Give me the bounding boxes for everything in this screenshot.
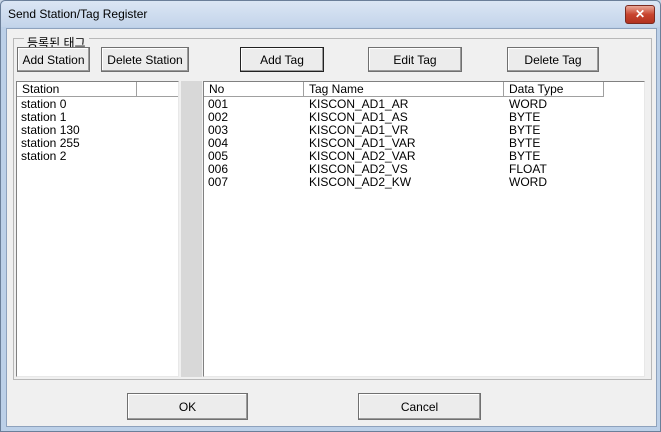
column-header-tag-name[interactable]: Tag Name xyxy=(304,82,504,97)
window-title: Send Station/Tag Register xyxy=(8,7,148,21)
tag-row[interactable]: 007 KISCON_AD2_KW WORD xyxy=(204,176,644,189)
panel-splitter[interactable] xyxy=(181,81,202,377)
column-header-empty xyxy=(137,82,178,97)
station-list-header: Station xyxy=(17,82,178,97)
station-name: station 2 xyxy=(21,149,67,163)
add-tag-button[interactable]: Add Tag xyxy=(240,47,324,72)
tag-list-header: No Tag Name Data Type xyxy=(204,82,644,97)
tag-list[interactable]: No Tag Name Data Type 001 KISCON_AD1_AR … xyxy=(203,81,645,377)
tag-no: 007 xyxy=(208,175,229,189)
tag-row[interactable]: 001 KISCON_AD1_AR WORD xyxy=(204,98,644,111)
cancel-button[interactable]: Cancel xyxy=(358,393,481,420)
close-button[interactable]: ✕ xyxy=(625,5,655,24)
ok-button[interactable]: OK xyxy=(127,393,248,420)
dialog-window: Send Station/Tag Register ✕ 등록된 태그 Add S… xyxy=(0,0,661,432)
tag-row[interactable]: 002 KISCON_AD1_AS BYTE xyxy=(204,111,644,124)
edit-tag-button[interactable]: Edit Tag xyxy=(368,47,462,72)
tag-row[interactable]: 003 KISCON_AD1_VR BYTE xyxy=(204,124,644,137)
station-list[interactable]: Station station 0 station 1 station 130 … xyxy=(16,81,179,377)
station-list-item[interactable]: station 2 xyxy=(17,150,178,163)
tag-row[interactable]: 005 KISCON_AD2_VAR BYTE xyxy=(204,150,644,163)
column-header-no[interactable]: No xyxy=(204,82,304,97)
tag-data-type: WORD xyxy=(509,175,547,189)
column-header-data-type[interactable]: Data Type xyxy=(504,82,604,97)
delete-tag-button[interactable]: Delete Tag xyxy=(507,47,599,72)
delete-station-button[interactable]: Delete Station xyxy=(101,47,189,72)
tag-row[interactable]: 006 KISCON_AD2_VS FLOAT xyxy=(204,163,644,176)
add-station-button[interactable]: Add Station xyxy=(17,47,90,72)
title-bar[interactable]: Send Station/Tag Register ✕ xyxy=(1,1,660,27)
dialog-client-area: 등록된 태그 Add Station Delete Station Add Ta… xyxy=(6,28,657,427)
tag-row[interactable]: 004 KISCON_AD1_VAR BYTE xyxy=(204,137,644,150)
tag-name: KISCON_AD2_KW xyxy=(309,175,412,189)
registered-tags-group: 등록된 태그 Add Station Delete Station Add Ta… xyxy=(13,37,652,380)
column-header-station[interactable]: Station xyxy=(17,82,137,97)
